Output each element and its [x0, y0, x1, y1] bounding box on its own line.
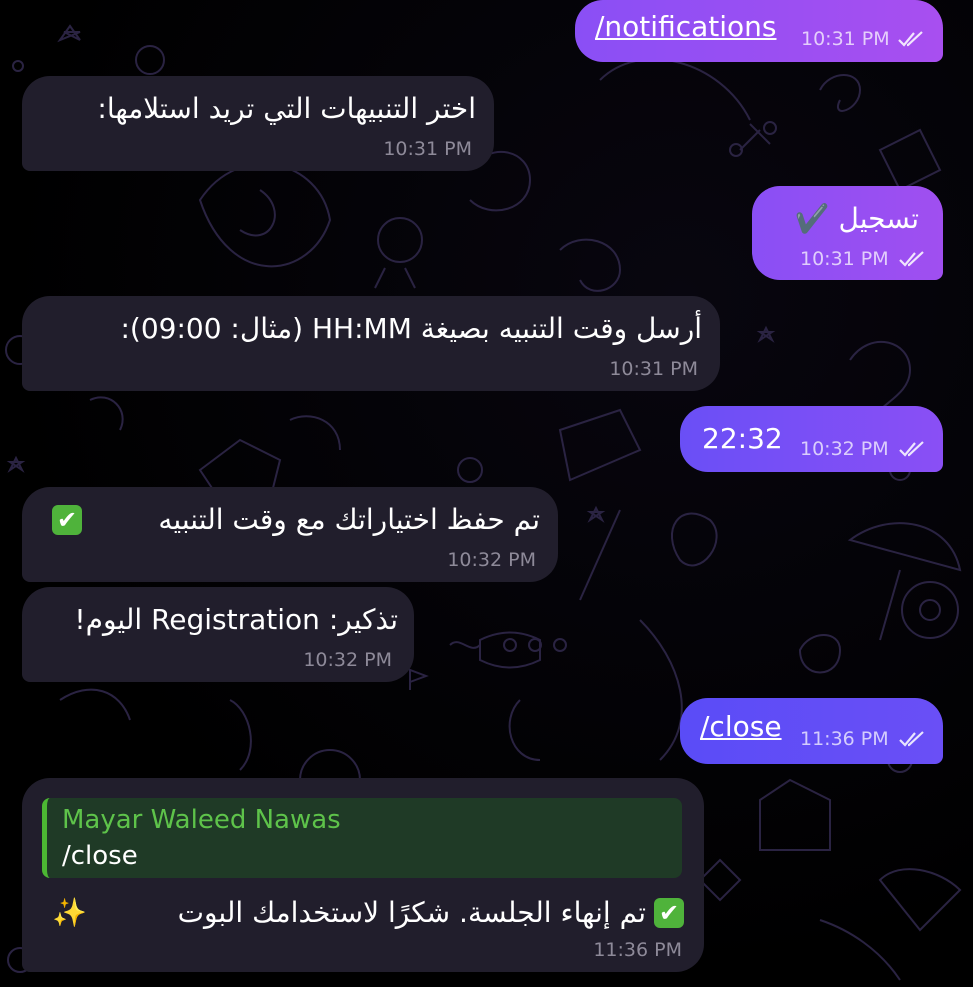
- message-bubble-incoming[interactable]: أرسل وقت التنبيه بصيغة HH:MM (مثال: 09:0…: [22, 296, 720, 391]
- double-check-icon: [899, 251, 924, 267]
- message-bubble-incoming[interactable]: اختر التنبيهات التي تريد استلامها: 10:31…: [22, 76, 494, 171]
- message-text: 22:32: [702, 422, 783, 455]
- message-text: تذكير: Registration اليوم!: [74, 603, 398, 636]
- sparkles-emoji-icon: ✨: [52, 896, 87, 929]
- command-link[interactable]: /close: [700, 710, 782, 744]
- reply-sender-name: Mayar Waleed Nawas: [62, 805, 341, 835]
- message-text: تم حفظ اختياراتك مع وقت التنبيه: [158, 503, 540, 536]
- reply-quoted-text: /close: [62, 841, 138, 871]
- message-bubble-outgoing[interactable]: 22:32 10:32 PM: [680, 406, 943, 472]
- message-bubble-outgoing[interactable]: /close 11:36 PM: [680, 698, 943, 764]
- double-check-icon: [899, 731, 924, 747]
- message-text: أرسل وقت التنبيه بصيغة HH:MM (مثال: 09:0…: [120, 312, 702, 345]
- message-text: اختر التنبيهات التي تريد استلامها:: [97, 92, 476, 125]
- double-check-icon: [899, 441, 924, 457]
- message-text: تسجيل ✔️: [794, 202, 919, 235]
- message-time: 10:31 PM: [383, 138, 472, 160]
- message-time: 10:32 PM: [800, 438, 889, 460]
- message-time: 10:31 PM: [801, 28, 890, 50]
- message-time: 10:32 PM: [303, 649, 392, 671]
- reply-quote[interactable]: Mayar Waleed Nawas /close: [42, 798, 682, 878]
- message-time: 11:36 PM: [800, 728, 889, 750]
- message-bubble-incoming[interactable]: ✔ تم حفظ اختياراتك مع وقت التنبيه 10:32 …: [22, 487, 558, 582]
- check-mark-emoji-icon: ✔: [654, 898, 684, 928]
- command-link[interactable]: /notifications: [595, 10, 776, 44]
- message-bubble-outgoing[interactable]: /notifications 10:31 PM: [575, 0, 943, 62]
- message-bubble-outgoing[interactable]: تسجيل ✔️ 10:31 PM: [752, 186, 943, 280]
- message-time: 10:31 PM: [609, 358, 698, 380]
- message-bubble-incoming[interactable]: Mayar Waleed Nawas /close ✨ تم إنهاء الج…: [22, 778, 704, 972]
- message-time: 10:32 PM: [447, 549, 536, 571]
- check-mark-emoji-icon: ✔: [52, 505, 82, 535]
- message-text: تم إنهاء الجلسة. شكرًا لاستخدامك البوت: [177, 896, 646, 929]
- message-bubble-incoming[interactable]: تذكير: Registration اليوم! 10:32 PM: [22, 587, 414, 682]
- double-check-icon: [898, 31, 923, 47]
- message-time: 11:36 PM: [593, 939, 682, 961]
- message-time: 10:31 PM: [800, 248, 889, 270]
- chat-background: /notifications 10:31 PM اختر التنبيهات ا…: [0, 0, 973, 987]
